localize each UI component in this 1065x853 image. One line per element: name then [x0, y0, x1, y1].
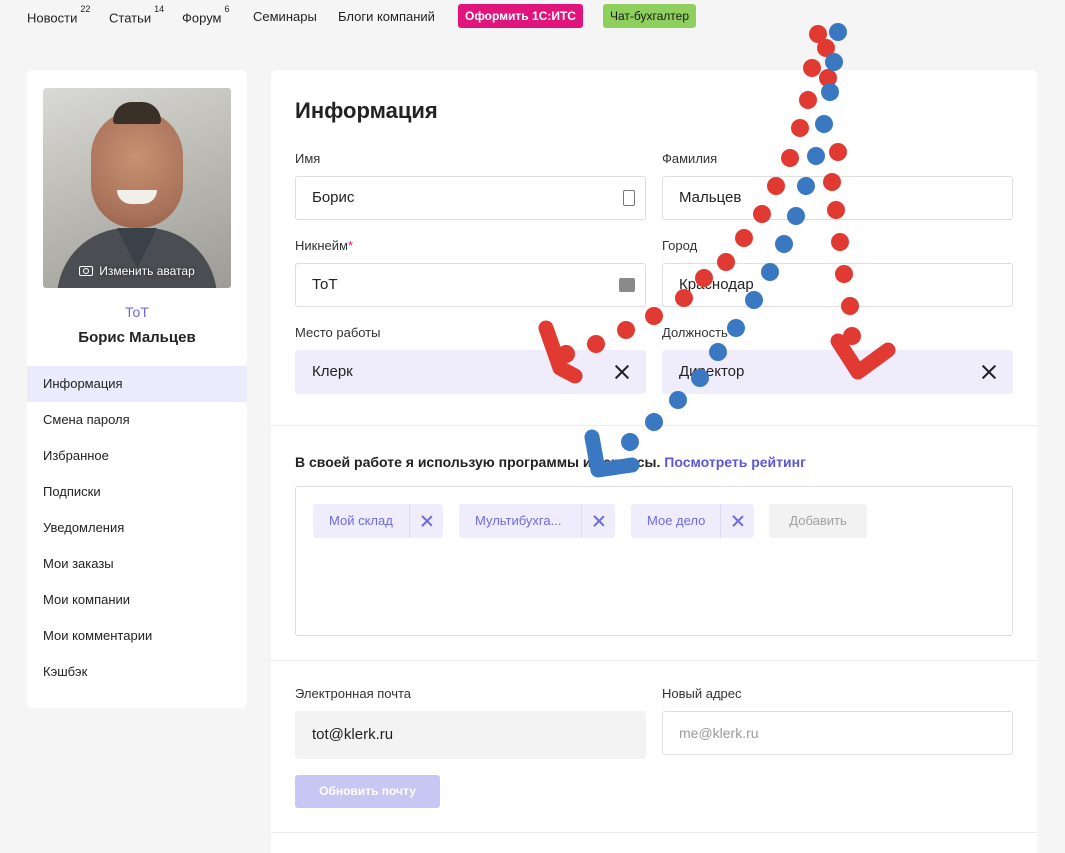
first-name-field[interactable]: Борис	[295, 176, 646, 220]
its-button[interactable]: Оформить 1С:ИТС	[458, 4, 583, 28]
menu-item-cashback[interactable]: Кэшбэк	[27, 654, 247, 690]
nav-company-blogs-label: Блоги компаний	[338, 9, 435, 24]
last-name-value: Мальцев	[679, 189, 742, 206]
last-name-label: Фамилия	[662, 151, 718, 166]
nav-news-label: Новости	[27, 10, 78, 26]
clear-position-icon[interactable]	[980, 363, 998, 381]
menu-item-orders[interactable]: Мои заказы	[27, 546, 247, 582]
remove-tag-icon[interactable]	[409, 504, 443, 538]
menu-item-password[interactable]: Смена пароля	[27, 402, 247, 438]
menu-item-subscriptions[interactable]: Подписки	[27, 474, 247, 510]
section-divider	[271, 832, 1037, 833]
nav-articles-count: 14	[154, 4, 165, 14]
rating-link[interactable]: Посмотреть рейтинг	[664, 454, 806, 470]
last-name-field[interactable]: Мальцев	[662, 176, 1013, 220]
menu-item-companies[interactable]: Мои компании	[27, 582, 247, 618]
position-label: Должность	[662, 325, 728, 340]
keyboard-icon	[619, 278, 635, 292]
programs-title: В своей работе я использую программы и с…	[295, 454, 806, 470]
new-email-input[interactable]: me@klerk.ru	[662, 711, 1013, 755]
camera-icon	[79, 266, 94, 276]
nav-seminars-label: Семинары	[253, 9, 317, 24]
nav-company-blogs[interactable]: Блоги компаний	[338, 9, 435, 24]
chat-accountant-button[interactable]: Чат-бухгалтер	[603, 4, 697, 28]
nickname-label: Никнейм*	[295, 238, 353, 253]
nav-articles-label: Статьи	[109, 10, 152, 26]
change-avatar-label: Изменить аватар	[99, 264, 195, 278]
nickname-value: ТоТ	[312, 276, 338, 293]
email-value: tot@klerk.ru	[312, 726, 394, 743]
city-label: Город	[662, 238, 698, 253]
position-field[interactable]: Директор	[662, 350, 1013, 394]
menu-item-notifications[interactable]: Уведомления	[27, 510, 247, 546]
add-program-button[interactable]: Добавить	[769, 504, 867, 538]
tag-item: Мультибухга...	[459, 504, 615, 538]
first-name-value: Борис	[312, 189, 355, 206]
first-name-label: Имя	[295, 151, 321, 166]
section-divider	[271, 660, 1037, 661]
nav-articles[interactable]: Статьи14	[109, 4, 164, 26]
position-value: Директор	[679, 363, 745, 380]
new-email-label: Новый адрес	[662, 686, 742, 701]
contact-card-icon	[623, 190, 635, 206]
workplace-label: Место работы	[295, 325, 381, 340]
section-divider	[271, 425, 1037, 426]
update-email-button[interactable]: Обновить почту	[295, 775, 440, 808]
workplace-field[interactable]: Клерк	[295, 350, 646, 394]
nav-news-count: 22	[80, 4, 91, 14]
menu-item-favorites[interactable]: Избранное	[27, 438, 247, 474]
profile-sidebar: Изменить аватар ТоТ Борис Мальцев Информ…	[27, 70, 247, 708]
nav-forum-label: Форум	[182, 10, 222, 26]
remove-tag-icon[interactable]	[581, 504, 615, 538]
tag-label: Мультибухга...	[475, 513, 562, 528]
city-value: Краснодар	[679, 276, 754, 293]
clear-workplace-icon[interactable]	[613, 363, 631, 381]
profile-full-name: Борис Мальцев	[78, 329, 196, 346]
tag-label: Мой склад	[329, 513, 393, 528]
programs-tag-box[interactable]: Мой склад Мультибухга... Мое дело Добави…	[295, 486, 1013, 636]
nav-seminars[interactable]: Семинары	[253, 9, 317, 24]
menu-item-info[interactable]: Информация	[27, 366, 247, 402]
nav-news[interactable]: Новости22	[27, 4, 90, 26]
page-title: Информация	[295, 98, 438, 123]
info-card: Информация Имя Борис Фамилия Мальцев Ник…	[271, 70, 1037, 853]
avatar-hair	[113, 102, 161, 124]
workplace-value: Клерк	[312, 363, 353, 380]
email-label: Электронная почта	[295, 686, 412, 701]
change-avatar-button[interactable]: Изменить аватар	[43, 264, 231, 278]
avatar-face	[91, 110, 183, 228]
menu-item-comments[interactable]: Мои комментарии	[27, 618, 247, 654]
tag-item: Мое дело	[631, 504, 754, 538]
profile-menu: Информация Смена пароля Избранное Подпис…	[27, 366, 247, 690]
blue-dot	[825, 53, 843, 71]
nav-forum-count: 6	[224, 4, 230, 14]
nickname-field[interactable]: ТоТ	[295, 263, 646, 307]
nav-forum[interactable]: Форум6	[182, 4, 230, 26]
programs-title-text: В своей работе я использую программы и с…	[295, 454, 661, 470]
new-email-placeholder: me@klerk.ru	[679, 725, 759, 741]
tag-label: Мое дело	[647, 513, 706, 528]
top-nav: Новости22 Статьи14 Форум6 Семинары Блоги…	[0, 0, 1065, 34]
city-field[interactable]: Краснодар	[662, 263, 1013, 307]
email-field: tot@klerk.ru	[295, 711, 646, 759]
remove-tag-icon[interactable]	[720, 504, 754, 538]
nickname-label-text: Никнейм	[295, 238, 348, 253]
profile-nickname: ТоТ	[125, 304, 149, 320]
red-dot	[817, 39, 835, 57]
required-mark: *	[347, 238, 354, 253]
avatar[interactable]: Изменить аватар	[43, 88, 231, 288]
tag-item: Мой склад	[313, 504, 443, 538]
